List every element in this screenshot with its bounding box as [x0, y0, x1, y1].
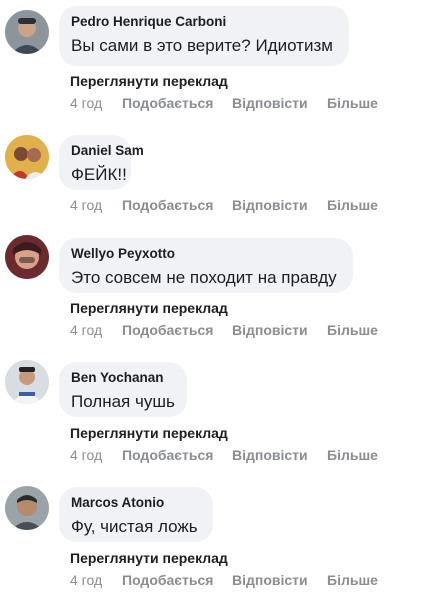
reply-button[interactable]: Відповісти: [232, 95, 327, 111]
see-translation-link[interactable]: Переглянути переклад: [70, 550, 228, 566]
more-button[interactable]: Більше: [327, 447, 378, 463]
comment-actions: 4 год Подобається Відповісти Більше: [70, 95, 378, 111]
avatar[interactable]: [5, 360, 49, 404]
comment-time[interactable]: 4 год: [70, 572, 122, 588]
comment-author[interactable]: Pedro Henrique Carboni: [71, 14, 337, 30]
comment-text: Фу, чистая ложь: [71, 517, 198, 536]
comment-text: Полная чушь: [71, 392, 175, 411]
avatar[interactable]: [5, 486, 49, 530]
comment-actions: 4 год Подобається Відповісти Більше: [70, 572, 378, 588]
comment-text: Вы сами в это верите? Идиотизм: [71, 36, 333, 55]
comment-author[interactable]: Daniel Sam: [71, 143, 144, 159]
comment-time[interactable]: 4 год: [70, 447, 122, 463]
comment-bubble: Ben Yochanan Полная чушь: [59, 362, 187, 417]
comment-bubble: Wellyo Peyxotto Это совсем не походит на…: [59, 238, 353, 293]
comment-author[interactable]: Ben Yochanan: [71, 370, 175, 386]
more-button[interactable]: Більше: [327, 322, 378, 338]
comment-actions: 4 год Подобається Відповісти Більше: [70, 447, 378, 463]
comment-text: ФЕЙК!!: [71, 165, 127, 184]
like-button[interactable]: Подобається: [122, 322, 232, 338]
like-button[interactable]: Подобається: [122, 197, 232, 213]
more-button[interactable]: Більше: [327, 197, 378, 213]
like-button[interactable]: Подобається: [122, 95, 232, 111]
comment-bubble: Daniel Sam ФЕЙК!!: [59, 135, 144, 190]
more-button[interactable]: Більше: [327, 95, 378, 111]
reply-button[interactable]: Відповісти: [232, 572, 327, 588]
more-button[interactable]: Більше: [327, 572, 378, 588]
comment-time[interactable]: 4 год: [70, 95, 122, 111]
like-button[interactable]: Подобається: [122, 572, 232, 588]
avatar[interactable]: [5, 235, 49, 279]
comment-author[interactable]: Wellyo Peyxotto: [71, 246, 341, 262]
see-translation-link[interactable]: Переглянути переклад: [70, 425, 228, 441]
comment-bubble: Marcos Atonio Фу, чистая ложь: [59, 487, 213, 542]
like-button[interactable]: Подобається: [122, 447, 232, 463]
reply-button[interactable]: Відповісти: [232, 322, 327, 338]
avatar[interactable]: [5, 10, 49, 54]
comment-time[interactable]: 4 год: [70, 322, 122, 338]
comment-bubble: Pedro Henrique Carboni Вы сами в это вер…: [59, 6, 349, 66]
comment-author[interactable]: Marcos Atonio: [71, 495, 201, 511]
avatar[interactable]: [5, 135, 49, 179]
comment-actions: 4 год Подобається Відповісти Більше: [70, 197, 378, 213]
reply-button[interactable]: Відповісти: [232, 447, 327, 463]
comment-text: Это совсем не походит на правду: [71, 268, 337, 287]
reply-button[interactable]: Відповісти: [232, 197, 327, 213]
see-translation-link[interactable]: Переглянути переклад: [70, 73, 228, 89]
comment-time[interactable]: 4 год: [70, 197, 122, 213]
comment-actions: 4 год Подобається Відповісти Більше: [70, 322, 378, 338]
see-translation-link[interactable]: Переглянути переклад: [70, 300, 228, 316]
